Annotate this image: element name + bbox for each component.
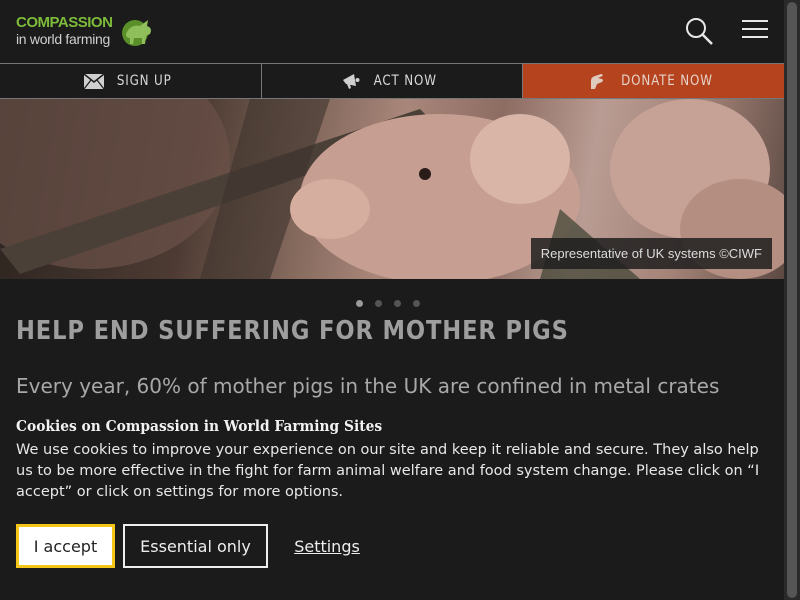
cookie-banner-title: Cookies on Compassion in World Farming S… — [16, 417, 383, 435]
vertical-scrollbar[interactable] — [784, 0, 800, 600]
carousel-dot-4[interactable] — [413, 300, 420, 307]
hamburger-menu-icon-bar — [742, 28, 768, 30]
cookie-settings-link[interactable]: Settings — [292, 524, 362, 568]
act-now-button[interactable]: ACT NOW — [261, 64, 524, 98]
carousel-dots — [356, 300, 420, 307]
search-button[interactable] — [684, 16, 714, 46]
logo-wordmark-bottom: in world farming — [16, 31, 111, 47]
hamburger-menu-icon-bar — [742, 20, 768, 22]
accept-cookies-button[interactable]: I accept — [16, 524, 115, 568]
page-headline: HELP END SUFFERING FOR MOTHER PIGS — [16, 316, 569, 346]
logo[interactable]: COMPASSION in world farming — [16, 14, 156, 50]
donate-now-label: DONATE NOW — [620, 73, 713, 89]
carousel-dot-1[interactable] — [356, 300, 363, 307]
hamburger-menu-icon-bar — [742, 36, 768, 38]
page-subheading: Every year, 60% of mother pigs in the UK… — [16, 374, 720, 398]
donate-hand-icon — [590, 74, 603, 89]
carousel-dot-2[interactable] — [375, 300, 382, 307]
scrollbar-thumb[interactable] — [787, 2, 797, 598]
megaphone-icon — [342, 74, 360, 89]
logo-wordmark-top: COMPASSION — [16, 14, 113, 31]
essential-only-button[interactable]: Essential only — [123, 524, 268, 568]
act-now-label: ACT NOW — [373, 73, 437, 89]
logo-animal-icon — [122, 20, 151, 46]
action-bar: SIGN UP ACT NOW DONATE NOW — [0, 63, 785, 99]
carousel-dot-3[interactable] — [394, 300, 401, 307]
hero-image[interactable]: Representative of UK systems ©CIWF — [0, 99, 784, 279]
menu-button[interactable] — [742, 20, 768, 42]
donate-now-button[interactable]: DONATE NOW — [523, 64, 785, 98]
site-header: COMPASSION in world farming — [0, 0, 784, 63]
sign-up-button[interactable]: SIGN UP — [0, 64, 262, 98]
photo-caption: Representative of UK systems ©CIWF — [530, 238, 772, 269]
sign-up-label: SIGN UP — [116, 73, 172, 89]
envelope-icon — [84, 73, 105, 89]
cookie-banner-text: We use cookies to improve your experienc… — [16, 442, 760, 500]
search-icon — [686, 18, 713, 45]
